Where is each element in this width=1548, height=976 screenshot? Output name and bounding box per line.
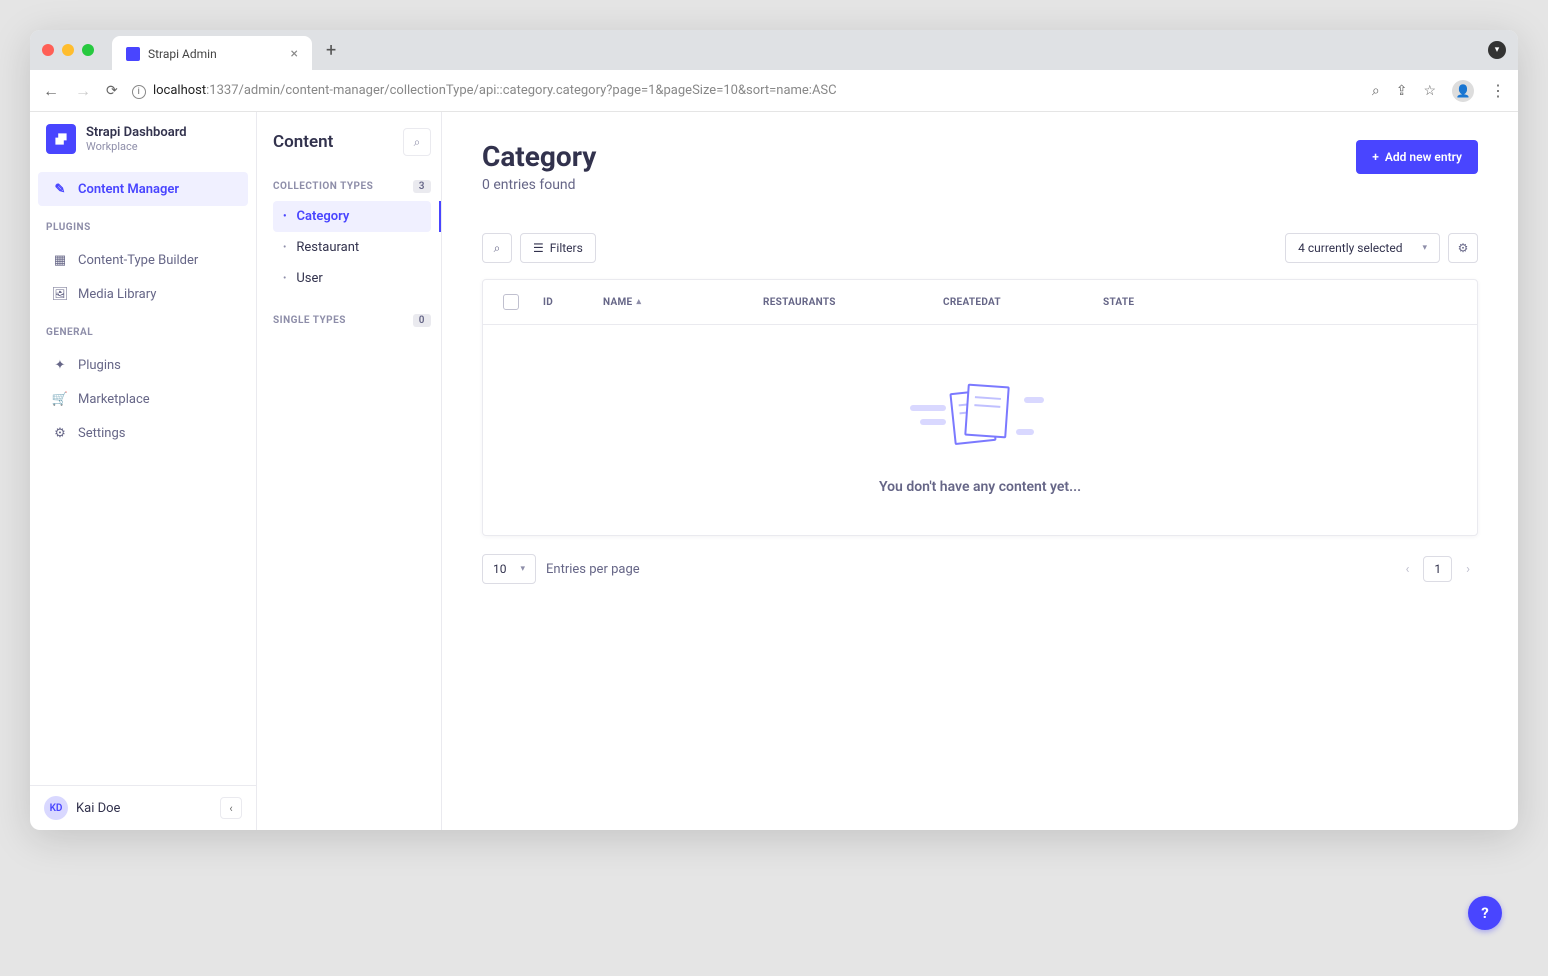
user-avatar[interactable]: KD: [44, 796, 68, 820]
bookmark-icon[interactable]: ☆: [1423, 83, 1436, 99]
new-tab-button[interactable]: +: [320, 40, 342, 61]
empty-state: You don't have any content yet...: [483, 325, 1477, 535]
collapse-sidebar-button[interactable]: ‹: [220, 797, 242, 819]
collection-types-heading: COLLECTION TYPES 3: [273, 180, 431, 193]
browser-tab[interactable]: Strapi Admin ×: [112, 36, 312, 72]
browser-menu-icon[interactable]: ⋮: [1490, 81, 1506, 100]
browser-window: Strapi Admin × + ▾ ← → ⟳ i localhost:133…: [30, 30, 1518, 830]
columns-selected-dropdown[interactable]: 4 currently selected ▾: [1285, 233, 1440, 263]
data-table: ID NAME ▴ RESTAURANTS CREATEDAT STATE Yo…: [482, 279, 1478, 536]
sidebar: Strapi Dashboard Workplace ✎ Content Man…: [30, 112, 257, 830]
brand-logo-icon: [46, 124, 76, 154]
window-controls: [42, 44, 94, 56]
pencil-icon: ✎: [52, 181, 68, 197]
select-all-checkbox[interactable]: [503, 294, 519, 310]
sidebar-item-label: Settings: [78, 426, 125, 441]
collection-item-category[interactable]: Category: [273, 201, 431, 232]
page-number[interactable]: 1: [1423, 556, 1452, 582]
sidebar-item-label: Content Manager: [78, 182, 179, 197]
sidebar-item-label: Marketplace: [78, 392, 150, 407]
tabs-dropdown-icon[interactable]: ▾: [1488, 41, 1506, 59]
single-types-heading: SINGLE TYPES 0: [273, 314, 431, 327]
close-tab-icon[interactable]: ×: [291, 46, 298, 62]
content-search-button[interactable]: ⌕: [403, 128, 431, 156]
prev-page-button[interactable]: ‹: [1397, 556, 1417, 583]
tab-bar: Strapi Admin × + ▾: [30, 30, 1518, 70]
back-button[interactable]: ←: [42, 81, 60, 101]
page-size-dropdown[interactable]: 10 ▾: [482, 554, 536, 584]
add-new-entry-button[interactable]: + Add new entry: [1356, 140, 1478, 174]
sort-asc-icon: ▴: [636, 297, 641, 307]
column-header-restaurants[interactable]: RESTAURANTS: [763, 297, 943, 308]
sidebar-heading-general: GENERAL: [30, 317, 256, 342]
sidebar-item-label: Plugins: [78, 358, 121, 373]
site-info-icon[interactable]: i: [132, 85, 146, 99]
tab-title: Strapi Admin: [148, 47, 217, 61]
sidebar-item-marketplace[interactable]: 🛒 Marketplace: [38, 382, 248, 416]
brand[interactable]: Strapi Dashboard Workplace: [30, 112, 256, 166]
pagination: 10 ▾ Entries per page ‹ 1 ›: [482, 554, 1478, 584]
collection-item-user[interactable]: User: [273, 263, 431, 294]
help-fab-button[interactable]: ?: [1468, 896, 1502, 930]
column-header-name[interactable]: NAME ▴: [603, 297, 763, 308]
share-icon[interactable]: ⇪: [1396, 83, 1408, 99]
close-window-icon[interactable]: [42, 44, 54, 56]
layout-icon: ▦: [52, 252, 68, 268]
sidebar-item-plugins[interactable]: ✦ Plugins: [38, 348, 248, 382]
app-body: Strapi Dashboard Workplace ✎ Content Man…: [30, 112, 1518, 830]
collection-item-restaurant[interactable]: Restaurant: [273, 232, 431, 263]
column-header-id[interactable]: ID: [543, 297, 603, 308]
user-name: Kai Doe: [76, 801, 120, 816]
sidebar-item-settings[interactable]: ⚙ Settings: [38, 416, 248, 450]
plus-icon: +: [1372, 150, 1379, 164]
minimize-window-icon[interactable]: [62, 44, 74, 56]
sidebar-item-media-library[interactable]: 🖼 Media Library: [38, 277, 248, 311]
filters-button[interactable]: ☰ Filters: [520, 233, 596, 263]
content-panel: Content ⌕ COLLECTION TYPES 3 Category Re…: [257, 112, 442, 830]
sidebar-footer: KD Kai Doe ‹: [30, 785, 256, 830]
collection-count-badge: 3: [413, 180, 431, 193]
sidebar-item-content-type-builder[interactable]: ▦ Content-Type Builder: [38, 243, 248, 277]
toolbar: ⌕ ☰ Filters 4 currently selected ▾ ⚙: [482, 233, 1478, 263]
table-settings-button[interactable]: ⚙: [1448, 233, 1478, 263]
content-panel-title: Content: [273, 132, 333, 152]
sidebar-item-label: Content-Type Builder: [78, 253, 198, 268]
page-title: Category: [482, 140, 596, 173]
sidebar-heading-plugins: PLUGINS: [30, 212, 256, 237]
chevron-down-icon: ▾: [1422, 243, 1427, 253]
puzzle-icon: ✦: [52, 357, 68, 373]
image-icon: 🖼: [52, 286, 68, 302]
empty-documents-icon: [930, 385, 1030, 455]
main-content: Category 0 entries found + Add new entry…: [442, 112, 1518, 830]
table-header-row: ID NAME ▴ RESTAURANTS CREATEDAT STATE: [483, 280, 1477, 325]
sidebar-item-label: Media Library: [78, 287, 156, 302]
reload-button[interactable]: ⟳: [106, 83, 118, 99]
chevron-down-icon: ▾: [521, 564, 526, 574]
tab-favicon: [126, 47, 140, 61]
search-icon[interactable]: ⌕: [1372, 83, 1380, 99]
cart-icon: 🛒: [52, 391, 68, 407]
address-bar: ← → ⟳ i localhost:1337/admin/content-man…: [30, 70, 1518, 112]
profile-icon[interactable]: 👤: [1452, 80, 1474, 102]
entries-per-page-label: Entries per page: [546, 562, 640, 577]
brand-subtitle: Workplace: [86, 140, 187, 153]
page-subtitle: 0 entries found: [482, 177, 596, 193]
maximize-window-icon[interactable]: [82, 44, 94, 56]
filter-icon: ☰: [533, 241, 544, 255]
forward-button[interactable]: →: [74, 81, 92, 101]
url-field[interactable]: i localhost:1337/admin/content-manager/c…: [132, 83, 1358, 99]
empty-state-text: You don't have any content yet...: [503, 479, 1457, 495]
column-header-createdat[interactable]: CREATEDAT: [943, 297, 1103, 308]
next-page-button[interactable]: ›: [1458, 556, 1478, 583]
brand-title: Strapi Dashboard: [86, 125, 187, 140]
table-search-button[interactable]: ⌕: [482, 233, 512, 263]
single-count-badge: 0: [413, 314, 431, 327]
sidebar-item-content-manager[interactable]: ✎ Content Manager: [38, 172, 248, 206]
column-header-state[interactable]: STATE: [1103, 297, 1457, 308]
gear-icon: ⚙: [52, 425, 68, 441]
